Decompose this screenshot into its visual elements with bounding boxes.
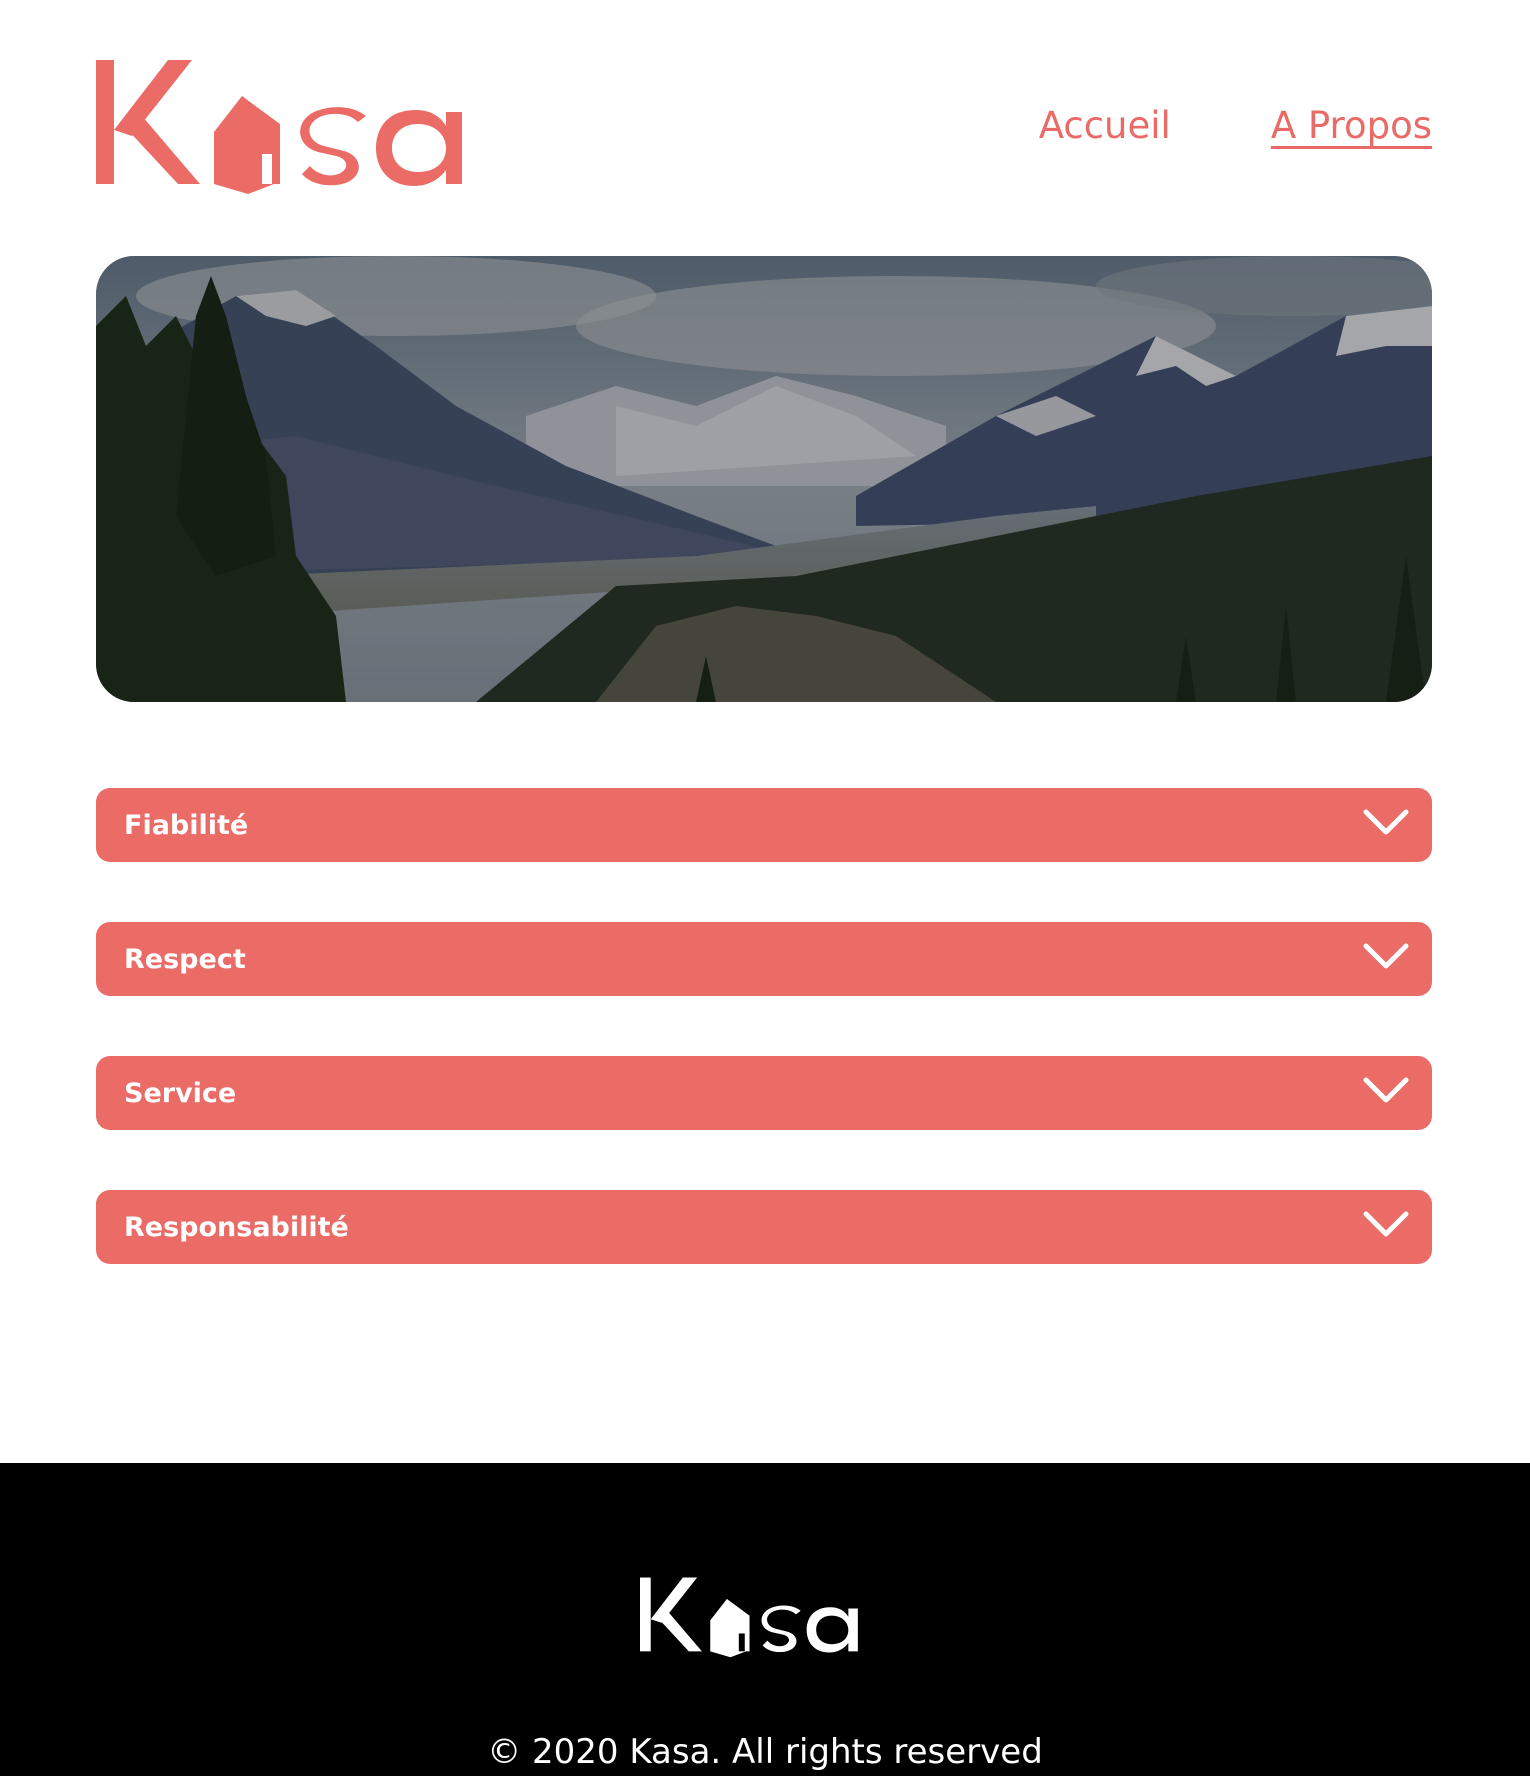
collapse-service[interactable]: Service [96, 1056, 1432, 1130]
kasa-logo[interactable] [96, 58, 516, 198]
footer: © 2020 Kasa. All rights reserved [0, 1463, 1530, 1776]
chevron-down-icon[interactable] [1362, 1074, 1410, 1108]
footer-copyright: © 2020 Kasa. All rights reserved [487, 1732, 1043, 1772]
values-collapses: Fiabilité Respect Service Responsabilité [96, 788, 1432, 1324]
chevron-down-icon[interactable] [1362, 1208, 1410, 1242]
mountain-landscape-image [96, 256, 1432, 702]
nav-link-accueil[interactable]: Accueil [1039, 104, 1171, 149]
about-banner-image [96, 256, 1432, 702]
chevron-down-icon[interactable] [1362, 940, 1410, 974]
collapse-title: Service [124, 1077, 237, 1109]
collapse-title: Fiabilité [124, 809, 249, 841]
collapse-responsabilite[interactable]: Responsabilité [96, 1190, 1432, 1264]
collapse-title: Responsabilité [124, 1211, 349, 1243]
collapse-title: Respect [124, 943, 246, 975]
chevron-down-icon[interactable] [1362, 806, 1410, 840]
collapse-respect[interactable]: Respect [96, 922, 1432, 996]
header: Accueil A Propos [96, 58, 1432, 198]
kasa-logo-mark-white [640, 1577, 858, 1658]
main-nav: Accueil A Propos [1039, 104, 1432, 149]
collapse-fiabilite[interactable]: Fiabilité [96, 788, 1432, 862]
footer-kasa-logo [640, 1573, 890, 1663]
about-page: Accueil A Propos Fiabilité Respect Servi… [0, 0, 1530, 1776]
nav-link-a-propos[interactable]: A Propos [1271, 104, 1432, 149]
kasa-logo-mark [96, 60, 462, 194]
